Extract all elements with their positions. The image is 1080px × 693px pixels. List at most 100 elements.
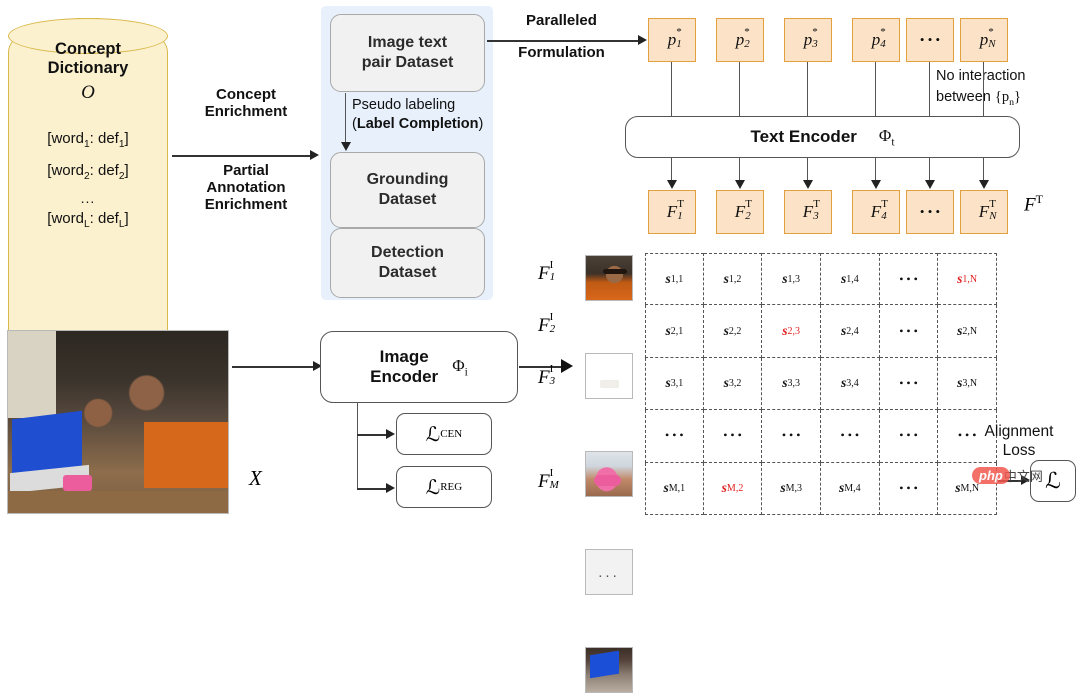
laptop-thumbnail xyxy=(585,647,633,693)
similarity-cell-4-4: • • • xyxy=(821,410,880,463)
prompt-token-connector-1 xyxy=(671,62,673,117)
text-encoder-symbol: Φt xyxy=(878,125,895,149)
pseudo-labeling-arrow-line xyxy=(345,93,347,145)
similarity-cell-5-5: • • • xyxy=(879,462,939,515)
similarity-cell-2-3: s 2,3 xyxy=(762,305,821,358)
similarity-cell-3-5: • • • xyxy=(879,357,939,411)
text-feature-2[interactable]: FT2 xyxy=(716,190,764,234)
similarity-cell-4-1: • • • xyxy=(645,410,704,463)
partial-annotation-enrichment-label: Partial Annotation Enrichment xyxy=(204,162,288,213)
loss-cen-box[interactable]: ℒ CEN xyxy=(396,413,492,455)
similarity-cell-5-2: s M,2 xyxy=(703,462,763,515)
photo-table xyxy=(8,491,228,513)
watermark-php-badge: php xyxy=(972,466,1010,484)
similarity-cell-2-1: s 2,1 xyxy=(645,305,704,358)
photo-pink-phone xyxy=(63,474,92,492)
similarity-cell-3-6: s 3,N xyxy=(938,357,997,411)
text-feature-5[interactable]: • • • xyxy=(906,190,954,234)
similarity-cell-5-1: s M,1 xyxy=(645,462,704,515)
text-encoder-output-line-2 xyxy=(739,158,741,182)
text-feature-4[interactable]: FT4 xyxy=(852,190,900,234)
dictionary-entry-L: [wordL: defL] xyxy=(47,210,129,230)
similarity-cell-3-2: s 3,2 xyxy=(703,357,763,411)
paralleled-formulation-label-top: Paralleled xyxy=(526,12,597,29)
concept-enrichment-arrow-line xyxy=(172,155,312,157)
no-interaction-note: No interaction between {pn} xyxy=(936,66,1080,113)
dictionary-entry-2: [word2: def2] xyxy=(47,162,129,182)
similarity-cell-2-6: s 2,N xyxy=(938,305,997,358)
similarity-cell-5-4: s M,4 xyxy=(821,462,880,515)
image-feature-label-1: FI1 xyxy=(538,259,556,284)
similarity-cell-4-2: • • • xyxy=(703,410,763,463)
prompt-token-1[interactable]: p * 1 xyxy=(648,18,696,62)
input-image-label: X xyxy=(249,466,262,490)
concept-dictionary-title-line1: Concept xyxy=(55,40,121,58)
blank-ellipsis-thumbnail: ... xyxy=(585,549,633,595)
loss-reg-box[interactable]: ℒ REG xyxy=(396,466,492,508)
man-face-thumbnail xyxy=(585,255,633,301)
concept-enrichment-arrow-head xyxy=(310,150,319,160)
concept-dictionary-content: Concept Dictionary O [word1: def1] [word… xyxy=(8,40,168,238)
paralleled-formulation-label-bottom: Formulation xyxy=(518,44,605,61)
loss-cen-branch-line xyxy=(357,434,389,436)
text-encoder-output-arrow-5 xyxy=(925,180,935,189)
image-to-encoder-arrow-line xyxy=(232,366,316,368)
prompt-token-connector-6 xyxy=(983,62,985,117)
text-feature-3[interactable]: FT3 xyxy=(784,190,832,234)
prompt-token-5[interactable]: • • • xyxy=(906,18,954,62)
similarity-cell-1-4: s 1,4 xyxy=(821,253,880,306)
image-text-pair-dataset-box[interactable]: Image text pair Dataset xyxy=(330,14,485,92)
similarity-matrix: s 1,1 s 1,2 s 1,3 s 1,4 • • • s 1,N s 2,1 s 2,2 s 2,3 s 2,… xyxy=(645,253,997,515)
prompt-token-2[interactable]: p * 2 xyxy=(716,18,764,62)
text-feature-1[interactable]: FT1 xyxy=(648,190,696,234)
no-interaction-note-line2: between {pn} xyxy=(936,89,1021,108)
text-encoder-output-arrow-1 xyxy=(667,180,677,189)
prompt-token-6[interactable]: p * N xyxy=(960,18,1008,62)
text-encoder-output-arrow-6 xyxy=(979,180,989,189)
watermark: php 中文网 xyxy=(972,462,1064,488)
image-encoder-symbol: Φi xyxy=(452,355,468,379)
text-encoder-box[interactable]: Text Encoder Φt xyxy=(625,116,1020,158)
similarity-cell-2-5: • • • xyxy=(879,305,939,358)
text-encoder-output-arrow-4 xyxy=(871,180,881,189)
similarity-cell-3-1: s 3,1 xyxy=(645,357,704,411)
grounding-dataset-box[interactable]: Grounding Dataset xyxy=(330,152,485,228)
text-encoder-output-arrow-2 xyxy=(735,180,745,189)
image-encoder-box[interactable]: Image Encoder Φi xyxy=(320,331,518,403)
similarity-cell-3-4: s 3,4 xyxy=(821,357,880,411)
pink-phone-thumbnail xyxy=(585,451,633,497)
child-thumbnail xyxy=(585,353,633,399)
text-feature-6[interactable]: FTN xyxy=(960,190,1008,234)
detection-dataset-box[interactable]: Detection Dataset xyxy=(330,228,485,298)
paralleled-formulation-arrow-head xyxy=(638,35,647,45)
similarity-cell-5-3: s M,3 xyxy=(762,462,821,515)
prompt-token-3[interactable]: p * 3 xyxy=(784,18,832,62)
loss-reg-arrow-head xyxy=(386,483,395,493)
loss-branch-vertical-line xyxy=(357,403,359,489)
dictionary-entries-ellipsis: ... xyxy=(80,190,96,206)
similarity-cell-1-1: s 1,1 xyxy=(645,253,704,306)
concept-enrichment-label: Concept Enrichment xyxy=(204,86,288,120)
loss-reg-branch-line xyxy=(357,488,389,490)
similarity-cell-1-3: s 1,3 xyxy=(762,253,821,306)
text-encoder-output-line-6 xyxy=(983,158,985,182)
alignment-loss-label: Alignment Loss xyxy=(984,423,1054,459)
similarity-cell-1-2: s 1,2 xyxy=(703,253,763,306)
similarity-cell-2-4: s 2,4 xyxy=(821,305,880,358)
prompt-token-connector-2 xyxy=(739,62,741,117)
similarity-cell-3-3: s 3,3 xyxy=(762,357,821,411)
prompt-token-connector-4 xyxy=(875,62,877,117)
photo-orange-shirt xyxy=(144,422,228,488)
prompt-token-connector-5 xyxy=(929,62,931,117)
text-encoder-output-line-1 xyxy=(671,158,673,182)
paralleled-formulation-arrow-line xyxy=(487,40,640,42)
dictionary-entry-1: [word1: def1] xyxy=(47,130,129,150)
similarity-cell-4-3: • • • xyxy=(762,410,821,463)
prompt-token-connector-3 xyxy=(807,62,809,117)
text-encoder-output-line-3 xyxy=(807,158,809,182)
similarity-cell-4-5: • • • xyxy=(879,410,939,463)
concept-dictionary-symbol: O xyxy=(81,82,95,103)
text-encoder-output-arrow-3 xyxy=(803,180,813,189)
encoder-to-features-arrow-head xyxy=(561,359,573,373)
prompt-token-4[interactable]: p * 4 xyxy=(852,18,900,62)
